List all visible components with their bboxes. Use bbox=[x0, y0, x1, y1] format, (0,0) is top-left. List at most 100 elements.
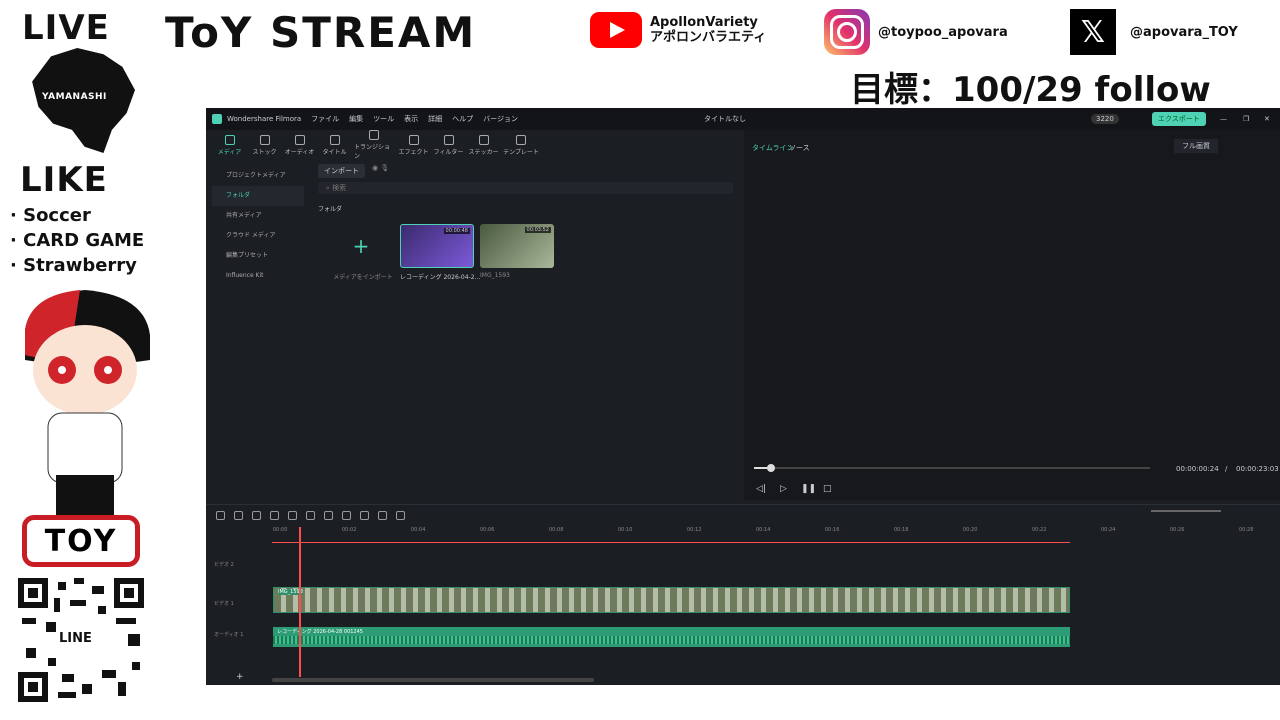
audio-icon[interactable] bbox=[396, 511, 405, 520]
video-clip[interactable]: IMG_1593 bbox=[273, 587, 1070, 613]
clip-duration: 00:03:52 bbox=[524, 227, 551, 233]
text-icon bbox=[329, 134, 340, 145]
audio-waveform bbox=[273, 636, 1070, 644]
tab-label: ステッカー bbox=[468, 148, 499, 156]
preview-panel: タイムライン ソース フル画質 00:00:00:24 / 00:00:23:0… bbox=[744, 130, 1280, 500]
redo-icon[interactable] bbox=[270, 511, 279, 520]
menu-help[interactable]: ヘルプ bbox=[452, 114, 473, 124]
tab-titles[interactable]: タイトル bbox=[319, 134, 350, 156]
menu-tools[interactable]: ツール bbox=[373, 114, 394, 124]
maximize-icon[interactable]: ❐ bbox=[1243, 115, 1249, 123]
tab-source[interactable]: ソース bbox=[789, 143, 810, 153]
zoom-slider[interactable] bbox=[1151, 510, 1221, 512]
tab-stickers[interactable]: ステッカー bbox=[468, 134, 499, 156]
speed-icon[interactable] bbox=[360, 511, 369, 520]
import-media-label: メディアをインポート bbox=[333, 274, 393, 281]
tab-media[interactable]: メディア bbox=[214, 134, 245, 156]
tab-label: ストック bbox=[252, 148, 277, 156]
play-icon[interactable]: ▷ bbox=[780, 484, 787, 494]
pause-icon[interactable]: ❚❚ bbox=[801, 484, 816, 494]
media-clip-img1593[interactable]: 00:03:52 bbox=[480, 224, 554, 268]
menu-version[interactable]: バージョン bbox=[483, 114, 518, 124]
export-button[interactable]: エクスポート bbox=[1152, 112, 1206, 126]
layout-icon[interactable] bbox=[216, 511, 225, 520]
credits-badge[interactable]: 3220 bbox=[1091, 114, 1119, 124]
youtube-channel: ApollonVariety アポロンバラエティ bbox=[590, 12, 766, 48]
tab-effects[interactable]: エフェクト bbox=[398, 134, 429, 156]
record-icon[interactable]: ◉ 🎙 bbox=[372, 164, 389, 172]
current-time: 00:00:00:24 bbox=[1176, 465, 1219, 473]
audio-clip[interactable]: レコーディング 2026-04-28 001245 bbox=[273, 627, 1070, 647]
plus-icon: + bbox=[352, 234, 370, 258]
crop-icon[interactable] bbox=[324, 511, 333, 520]
like-label: LIKE bbox=[20, 160, 108, 200]
prev-frame-icon[interactable]: ◁| bbox=[756, 484, 766, 494]
clip-name: IMG_1593 bbox=[480, 272, 510, 279]
tab-label: メディア bbox=[217, 148, 242, 156]
topic-item: · CARD GAME bbox=[10, 230, 145, 251]
sidebar-item-cloud-media[interactable]: クラウド メディア bbox=[212, 226, 304, 246]
timeline-panel: 00:00 00:02 00:04 00:06 00:08 00:10 00:12 00:14… bbox=[206, 504, 1280, 685]
text-icon[interactable] bbox=[342, 511, 351, 520]
quality-select[interactable]: フル画質 bbox=[1174, 139, 1218, 153]
stream-title: ToY STREAM bbox=[165, 8, 477, 57]
tab-filters[interactable]: フィルター bbox=[433, 134, 464, 156]
tab-timeline[interactable]: タイムライン bbox=[752, 143, 794, 153]
sidebar-item-presets[interactable]: 編集プリセット bbox=[212, 246, 304, 266]
time-separator: / bbox=[1225, 465, 1228, 473]
menu-view[interactable]: 表示 bbox=[404, 114, 418, 124]
clip-duration: 00:00:48 bbox=[443, 228, 470, 234]
undo-icon[interactable] bbox=[252, 511, 261, 520]
filter-icon bbox=[443, 134, 454, 145]
timeline-toolbar bbox=[216, 511, 414, 522]
x-handle: 𝕏 @apovara_TOY bbox=[1070, 9, 1238, 55]
sidebar-item-influence-kit[interactable]: Influence Kit bbox=[212, 266, 304, 286]
topic-item: · Strawberry bbox=[10, 255, 137, 276]
tab-label: フィルター bbox=[433, 148, 464, 156]
app-name: Wondershare Filmora bbox=[227, 115, 302, 123]
yamanashi-label: YAMANASHI bbox=[42, 92, 107, 102]
stock-icon bbox=[259, 134, 270, 145]
menu-file[interactable]: ファイル bbox=[311, 114, 339, 124]
import-media-button[interactable]: + bbox=[324, 224, 398, 268]
sticker-icon bbox=[478, 134, 489, 145]
sidebar-item-project-media[interactable]: プロジェクトメディア bbox=[212, 166, 304, 186]
menu-edit[interactable]: 編集 bbox=[349, 114, 363, 124]
select-icon[interactable] bbox=[234, 511, 243, 520]
total-time: 00:00:23:03 bbox=[1236, 465, 1279, 473]
topic-item: · Soccer bbox=[10, 205, 91, 226]
search-placeholder: 検索 bbox=[332, 184, 347, 192]
avatar-character-icon bbox=[25, 290, 150, 515]
sidebar-item-folder[interactable]: フォルダ bbox=[212, 186, 304, 206]
tab-audio[interactable]: オーディオ bbox=[284, 134, 315, 156]
ruler-tick: 00:22 bbox=[1032, 527, 1047, 533]
search-input[interactable]: ⌕ 検索 bbox=[318, 182, 733, 194]
split-icon[interactable] bbox=[306, 511, 315, 520]
close-icon[interactable]: ✕ bbox=[1264, 115, 1270, 123]
tab-transitions[interactable]: トランジション bbox=[354, 130, 394, 160]
timeline-scrollbar[interactable] bbox=[272, 678, 594, 682]
delete-icon[interactable] bbox=[288, 511, 297, 520]
tab-templates[interactable]: テンプレート bbox=[503, 134, 539, 156]
tab-stock[interactable]: ストック bbox=[249, 134, 280, 156]
menu-advanced[interactable]: 詳細 bbox=[428, 114, 442, 124]
media-library: インポート ◉ 🎙 ⌕ 検索 フォルダ + メディアをインポート 00:00:4… bbox=[314, 164, 739, 496]
ruler-tick: 00:02 bbox=[342, 527, 357, 533]
media-clip-recording[interactable]: 00:00:48 bbox=[400, 224, 474, 268]
color-icon[interactable] bbox=[378, 511, 387, 520]
minimize-icon[interactable]: — bbox=[1220, 115, 1227, 123]
ruler-tick: 00:28 bbox=[1239, 527, 1254, 533]
import-button[interactable]: インポート bbox=[318, 164, 365, 178]
tab-label: テンプレート bbox=[503, 148, 539, 156]
scrubber-handle[interactable] bbox=[767, 464, 775, 472]
filmora-window: Wondershare Filmora ファイル 編集 ツール 表示 詳細 ヘル… bbox=[206, 108, 1280, 685]
stop-icon[interactable]: □ bbox=[823, 484, 832, 494]
preview-scrubber[interactable] bbox=[754, 464, 1150, 472]
stream-overlay: LIVE ToY STREAM YAMANASHI LIKE · Soccer … bbox=[0, 0, 1280, 720]
folder-heading: フォルダ bbox=[318, 206, 343, 213]
playhead[interactable] bbox=[299, 527, 301, 677]
ruler-tick: 00:04 bbox=[411, 527, 426, 533]
sidebar-item-shared-media[interactable]: 共有メディア bbox=[212, 206, 304, 226]
tab-label: エフェクト bbox=[398, 148, 429, 156]
add-track-icon[interactable]: + bbox=[236, 672, 244, 682]
